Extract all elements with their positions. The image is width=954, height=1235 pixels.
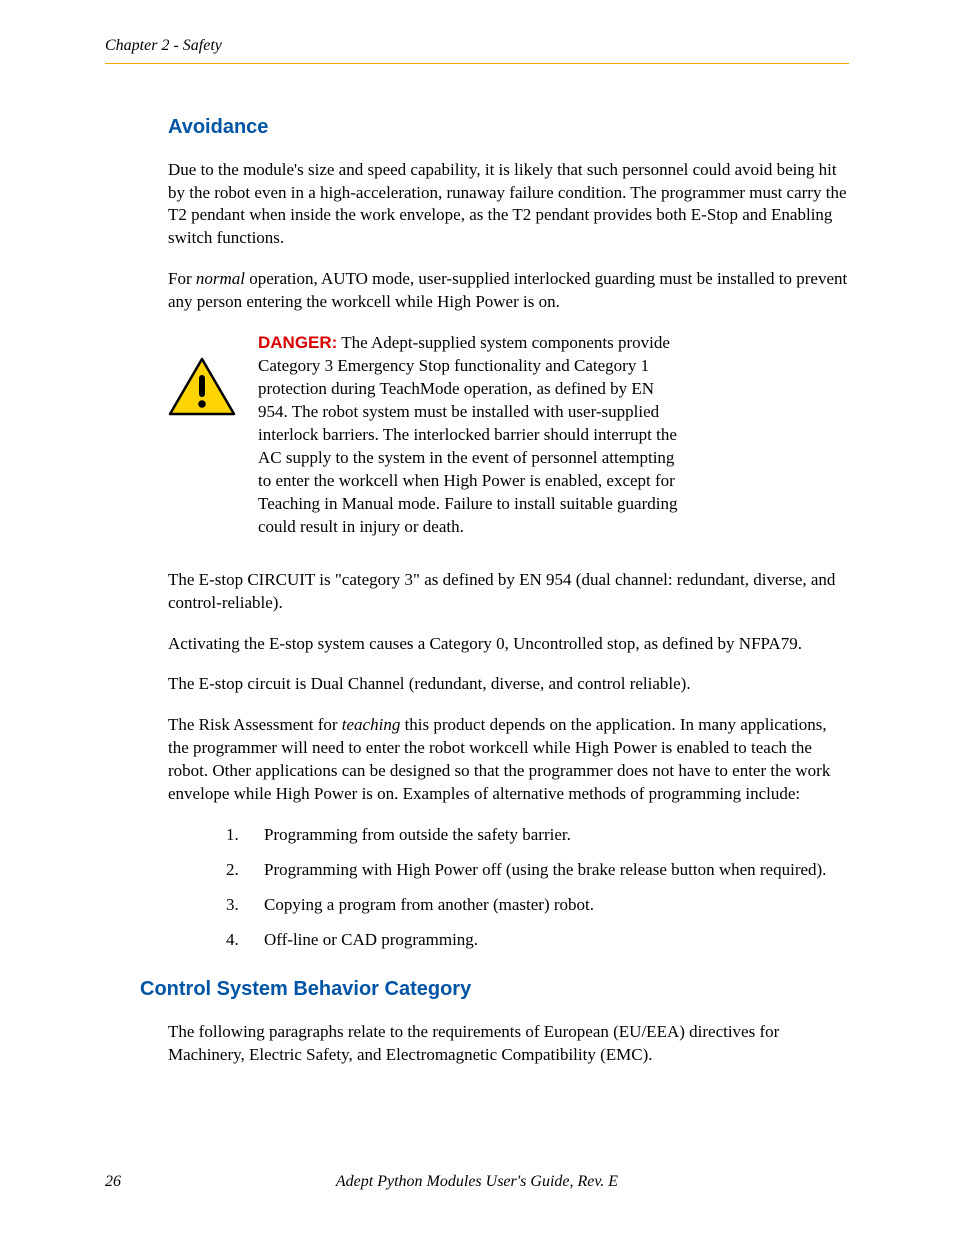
control-para-1: The following paragraphs relate to the r… [168, 1021, 849, 1067]
danger-label: DANGER: [258, 333, 337, 352]
danger-text: DANGER: The Adept-supplied system compon… [258, 332, 678, 538]
list-item: Programming with High Power off (using t… [226, 859, 849, 882]
avoidance-para-3: The E-stop CIRCUIT is "category 3" as de… [168, 569, 849, 615]
heading-control-system: Control System Behavior Category [140, 976, 849, 1003]
avoidance-para-5: The E-stop circuit is Dual Channel (redu… [168, 673, 849, 696]
programming-methods-list: Programming from outside the safety barr… [226, 824, 849, 952]
list-item: Off-line or CAD programming. [226, 929, 849, 952]
avoidance-para-4: Activating the E-stop system causes a Ca… [168, 633, 849, 656]
emphasis-teaching: teaching [342, 715, 401, 734]
page-number: 26 [105, 1171, 121, 1193]
avoidance-para-2: For normal operation, AUTO mode, user-su… [168, 268, 849, 314]
text: For [168, 269, 196, 288]
list-item: Programming from outside the safety barr… [226, 824, 849, 847]
avoidance-para-1: Due to the module's size and speed capab… [168, 159, 849, 251]
avoidance-para-6: The Risk Assessment for teaching this pr… [168, 714, 849, 806]
page-content: Avoidance Due to the module's size and s… [105, 64, 849, 1067]
page-footer: 26 Adept Python Modules User's Guide, Re… [105, 1171, 849, 1193]
running-header: Chapter 2 - Safety [105, 35, 849, 64]
text: operation, AUTO mode, user-supplied inte… [168, 269, 847, 311]
warning-triangle-icon [168, 357, 236, 424]
list-item: Copying a program from another (master) … [226, 894, 849, 917]
text: The Risk Assessment for [168, 715, 342, 734]
heading-avoidance: Avoidance [168, 114, 849, 141]
danger-body: The Adept-supplied system components pro… [258, 333, 677, 536]
footer-title: Adept Python Modules User's Guide, Rev. … [336, 1173, 618, 1190]
danger-callout: DANGER: The Adept-supplied system compon… [168, 332, 849, 538]
emphasis-normal: normal [196, 269, 245, 288]
